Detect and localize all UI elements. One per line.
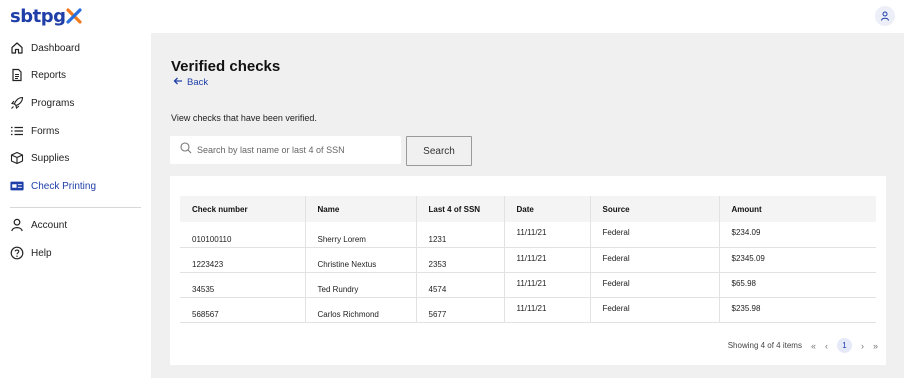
cell-date: 11/11/21 (504, 297, 591, 323)
sidebar-item-label: Help (31, 247, 52, 259)
sidebar-item-help[interactable]: Help (10, 243, 52, 263)
page-title: Verified checks (171, 58, 281, 75)
check-printing-icon (10, 179, 24, 193)
pagination-summary: Showing 4 of 4 items (727, 341, 802, 350)
first-page-button[interactable]: « (811, 341, 816, 351)
cell-check-number: 010100110 (180, 222, 306, 248)
cell-date: 11/11/21 (504, 222, 591, 248)
sidebar-item-label: Dashboard (31, 42, 80, 54)
cell-source: Federal (590, 247, 720, 273)
person-icon (10, 218, 24, 232)
cell-date: 11/11/21 (504, 272, 591, 298)
sidebar-item-label: Programs (31, 97, 75, 109)
main-content: Verified checks Back View checks that ha… (151, 33, 904, 378)
help-icon (10, 246, 24, 260)
cell-amount: $65.98 (719, 272, 876, 298)
search-field[interactable] (170, 136, 401, 164)
page-number-current[interactable]: 1 (836, 338, 852, 353)
cell-last4-ssn: 2353 (416, 247, 505, 273)
column-header-date[interactable]: Date (504, 196, 591, 222)
cell-source: Federal (590, 222, 720, 248)
sidebar-item-label: Check Printing (31, 180, 97, 192)
cell-name: Ted Rundry (305, 272, 417, 298)
pagination: Showing 4 of 4 items « ‹ 1 › » (728, 338, 878, 353)
cell-last4-ssn: 1231 (416, 222, 505, 248)
column-header-check-number[interactable]: Check number (180, 196, 306, 222)
sidebar-item-programs[interactable]: Programs (10, 93, 74, 113)
rocket-icon (10, 96, 24, 110)
sidebar-item-reports[interactable]: Reports (10, 65, 66, 85)
column-header-name[interactable]: Name (305, 196, 417, 222)
cell-check-number: 1223423 (180, 247, 306, 273)
table-header-row: Check number Name Last 4 of SSN Date Sou… (180, 196, 876, 222)
document-icon (10, 68, 24, 82)
cell-check-number: 568567 (180, 297, 306, 323)
cell-name: Carlos Richmond (305, 297, 417, 323)
user-icon (881, 11, 889, 21)
cell-amount: $2345.09 (719, 247, 876, 273)
cell-source: Federal (590, 297, 720, 323)
column-header-source[interactable]: Source (590, 196, 720, 222)
cell-amount: $235.98 (719, 297, 876, 323)
last-page-button[interactable]: » (873, 341, 878, 351)
logo[interactable]: sbtpg (10, 5, 83, 27)
cell-last4-ssn: 4574 (416, 272, 505, 298)
table-row[interactable]: 010100110 Sherry Lorem 1231 11/11/21 Fed… (180, 222, 876, 248)
logo-text: sbtpg (10, 5, 66, 27)
page-description: View checks that have been verified. (171, 113, 317, 123)
cell-date: 11/11/21 (504, 247, 591, 273)
back-link[interactable]: Back (173, 77, 208, 88)
column-header-amount[interactable]: Amount (719, 196, 876, 222)
sidebar-item-dashboard[interactable]: Dashboard (10, 38, 80, 58)
sidebar-item-supplies[interactable]: Supplies (10, 148, 69, 168)
sidebar: Dashboard Reports Programs Forms Supplie… (0, 33, 151, 378)
prev-page-button[interactable]: ‹ (825, 341, 828, 351)
sidebar-item-label: Supplies (31, 152, 70, 164)
home-icon (10, 41, 24, 55)
logo-x-icon (66, 8, 83, 24)
next-page-button[interactable]: › (861, 341, 864, 351)
sidebar-item-label: Reports (31, 69, 67, 81)
search-input[interactable] (197, 145, 387, 155)
sidebar-item-account[interactable]: Account (10, 215, 67, 235)
cell-name: Sherry Lorem (305, 222, 417, 248)
top-bar: sbtpg (0, 0, 904, 33)
search-button[interactable]: Search (406, 136, 472, 166)
table-row[interactable]: 568567 Carlos Richmond 5677 11/11/21 Fed… (180, 297, 876, 323)
sidebar-divider (10, 207, 141, 208)
arrow-left-icon (173, 77, 183, 88)
cell-amount: $234.09 (719, 222, 876, 248)
results-panel: Check number Name Last 4 of SSN Date Sou… (170, 176, 886, 365)
column-header-last4-ssn[interactable]: Last 4 of SSN (416, 196, 505, 222)
search-icon (180, 141, 192, 159)
user-menu-button[interactable] (875, 6, 895, 26)
checks-table: Check number Name Last 4 of SSN Date Sou… (180, 196, 876, 323)
cell-source: Federal (590, 272, 720, 298)
box-icon (10, 151, 24, 165)
sidebar-item-label: Account (31, 219, 68, 231)
cell-name: Christine Nextus (305, 247, 417, 273)
table-row[interactable]: 34535 Ted Rundry 4574 11/11/21 Federal $… (180, 272, 876, 298)
table-row[interactable]: 1223423 Christine Nextus 2353 11/11/21 F… (180, 247, 876, 273)
sidebar-item-forms[interactable]: Forms (10, 121, 59, 141)
cell-check-number: 34535 (180, 272, 306, 298)
list-icon (10, 124, 24, 138)
sidebar-item-check-printing[interactable]: Check Printing (10, 176, 96, 196)
cell-last4-ssn: 5677 (416, 297, 505, 323)
sidebar-item-label: Forms (31, 125, 60, 137)
back-label: Back (187, 77, 209, 88)
